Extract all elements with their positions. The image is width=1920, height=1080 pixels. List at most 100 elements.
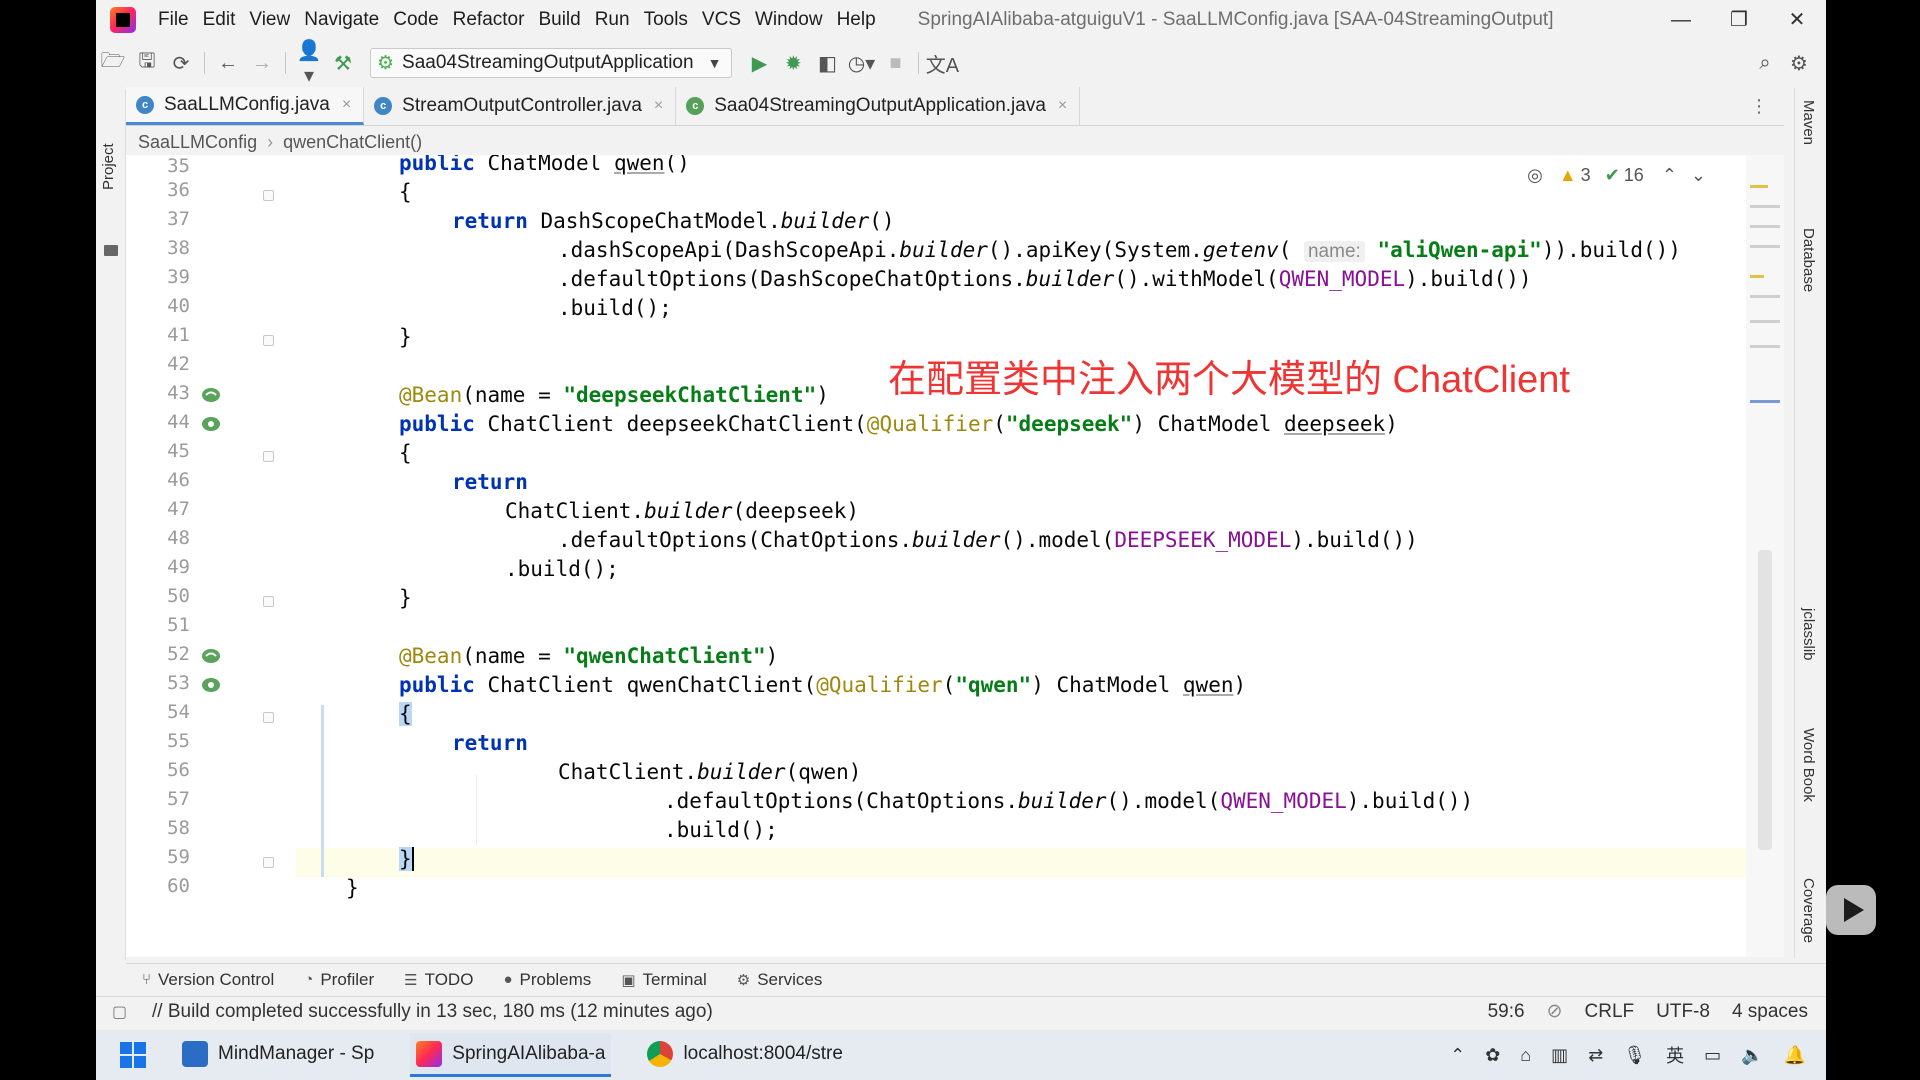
- more-tabs-icon[interactable]: ⋮: [1750, 96, 1768, 117]
- spring-bean-gutter-icon[interactable]: [200, 676, 222, 694]
- fold-marker[interactable]: [263, 712, 274, 723]
- breadcrumb-method[interactable]: qwenChatClient(): [283, 132, 422, 153]
- maven-tool-button[interactable]: Maven: [1800, 100, 1817, 145]
- open-folder-icon[interactable]: 🗁: [96, 46, 130, 80]
- taskbar-app-chrome[interactable]: localhost:8004/stre: [641, 1033, 849, 1077]
- fold-marker[interactable]: [263, 451, 274, 462]
- close-window-button[interactable]: ✕: [1768, 0, 1826, 40]
- tab-saallmconfig[interactable]: c SaaLLMConfig.java ×: [126, 87, 365, 125]
- keyword: public: [399, 673, 475, 697]
- windows-start-icon[interactable]: [120, 1042, 146, 1068]
- fold-marker[interactable]: [263, 335, 274, 346]
- minimap-mark: [1750, 245, 1780, 248]
- inspection-widget[interactable]: ◎ ▲ 3 ✔ 16 ⌃ ⌄: [1527, 165, 1706, 186]
- run-icon[interactable]: ▶: [742, 51, 776, 76]
- terminal-button[interactable]: ▣ Terminal: [621, 970, 706, 990]
- menu-window[interactable]: Window: [755, 9, 823, 31]
- profile-icon[interactable]: ◷▾: [844, 51, 878, 76]
- spring-bean-gutter-icon[interactable]: [200, 415, 222, 433]
- coverage-icon[interactable]: ◧: [810, 51, 844, 76]
- problems-button[interactable]: ● Problems: [503, 970, 591, 990]
- fold-marker[interactable]: [263, 857, 274, 868]
- menu-code[interactable]: Code: [393, 9, 438, 31]
- video-play-button-icon[interactable]: [1826, 885, 1876, 935]
- close-icon[interactable]: ×: [1058, 97, 1067, 115]
- network-icon[interactable]: ⇄: [1588, 1045, 1603, 1066]
- sync-icon[interactable]: ⟳: [164, 51, 198, 76]
- code-line-39: .defaultOptions(DashScopeChatOptions.bui…: [558, 265, 1532, 294]
- tutorial-overlay-caption: 在配置类中注入两个大模型的 ChatClient: [888, 359, 1570, 401]
- spring-bean-gutter-icon[interactable]: [200, 647, 222, 665]
- menu-run[interactable]: Run: [595, 9, 630, 31]
- notification-bell-icon[interactable]: 🔔: [1784, 1045, 1806, 1066]
- translate-icon[interactable]: 文A: [925, 49, 959, 78]
- coverage-tool-button[interactable]: Coverage: [1800, 878, 1817, 943]
- profiler-button[interactable]: ◔ Profiler: [304, 970, 374, 990]
- todo-button[interactable]: ☰ TODO: [404, 970, 473, 990]
- chevron-up-icon[interactable]: ⌃: [1450, 1045, 1465, 1066]
- line-separator[interactable]: CRLF: [1585, 1001, 1635, 1023]
- menu-tools[interactable]: Tools: [644, 9, 688, 31]
- microphone-icon[interactable]: 🎙: [1623, 1045, 1646, 1066]
- build-hammer-icon[interactable]: ⚒: [326, 51, 360, 76]
- services-button[interactable]: ⚙ Services: [737, 970, 823, 990]
- menu-edit[interactable]: Edit: [203, 9, 236, 31]
- editor-minimap-scrollbar[interactable]: [1746, 155, 1784, 957]
- forward-arrow-icon[interactable]: →: [245, 52, 279, 75]
- debug-bug-icon[interactable]: ✹: [776, 51, 810, 76]
- fold-marker[interactable]: [263, 190, 274, 201]
- code-token: ChatClient.: [558, 760, 698, 784]
- taskbar-app-mindmanager[interactable]: MindManager - Sp: [176, 1033, 380, 1077]
- save-icon[interactable]: 🖫: [130, 46, 164, 80]
- code-token: (: [1278, 238, 1304, 262]
- menu-file[interactable]: File: [158, 9, 189, 31]
- readonly-toggle-icon[interactable]: ⊘: [1547, 1000, 1563, 1023]
- close-icon[interactable]: ×: [342, 96, 351, 114]
- layout-toggle-icon[interactable]: ▢: [112, 1002, 127, 1022]
- version-control-button[interactable]: ⑂ Version Control: [142, 970, 274, 990]
- chevron-down-icon[interactable]: ⌄: [1691, 165, 1706, 186]
- code-token: ChatClient.: [505, 499, 645, 523]
- database-tool-button[interactable]: Database: [1800, 228, 1817, 292]
- input-method-indicator[interactable]: 英: [1666, 1042, 1684, 1068]
- usb-icon[interactable]: ⌂: [1520, 1045, 1531, 1066]
- build-status-message[interactable]: // Build completed successfully in 13 se…: [152, 1001, 713, 1023]
- breadcrumb-class[interactable]: SaaLLMConfig: [138, 132, 257, 153]
- display-icon[interactable]: ▭: [1704, 1045, 1721, 1066]
- hide-eye-icon[interactable]: ◎: [1527, 165, 1543, 186]
- tab-saa04streamingoutputapplication[interactable]: c Saa04StreamingOutputApplication.java ×: [676, 87, 1081, 125]
- tray-app-icon[interactable]: ▥: [1551, 1045, 1568, 1066]
- folder-icon[interactable]: [104, 245, 118, 256]
- scrollbar-thumb[interactable]: [1758, 550, 1772, 850]
- close-icon[interactable]: ×: [654, 97, 663, 115]
- menu-navigate[interactable]: Navigate: [304, 9, 379, 31]
- menu-vcs[interactable]: VCS: [702, 9, 741, 31]
- menu-help[interactable]: Help: [837, 9, 876, 31]
- tool-label: Profiler: [320, 969, 375, 989]
- search-icon[interactable]: ⌕: [1748, 52, 1782, 75]
- file-encoding[interactable]: UTF-8: [1656, 1001, 1710, 1023]
- app-tray-icon[interactable]: ✿: [1485, 1045, 1500, 1066]
- spring-bean-gutter-icon[interactable]: [200, 386, 222, 404]
- fold-marker[interactable]: [263, 596, 274, 607]
- user-dropdown-icon[interactable]: 👤▾: [292, 38, 326, 88]
- minimize-button[interactable]: —: [1652, 0, 1710, 40]
- caret-position[interactable]: 59:6: [1488, 1001, 1525, 1023]
- tab-streamoutputcontroller[interactable]: c StreamOutputController.java ×: [364, 87, 677, 125]
- code-editor[interactable]: 35 36 37 38 39 40 41 42 43 44 45 46 47 4…: [126, 155, 1746, 957]
- gear-icon[interactable]: ⚙: [1782, 51, 1816, 76]
- indent-setting[interactable]: 4 spaces: [1732, 1001, 1808, 1023]
- word-book-tool-button[interactable]: Word Book: [1800, 728, 1817, 802]
- maximize-button[interactable]: ❐: [1710, 0, 1768, 40]
- menu-view[interactable]: View: [249, 9, 290, 31]
- menu-refactor[interactable]: Refactor: [453, 9, 525, 31]
- run-configuration-select[interactable]: ⚙ Saa04StreamingOutputApplication ▼: [370, 48, 733, 78]
- taskbar-app-intellij[interactable]: SpringAIAlibaba-a: [410, 1033, 612, 1077]
- stop-icon[interactable]: ■: [878, 52, 912, 75]
- volume-icon[interactable]: 🔈: [1741, 1045, 1763, 1066]
- chevron-up-icon[interactable]: ⌃: [1662, 165, 1677, 186]
- project-tool-button[interactable]: Project: [100, 143, 117, 190]
- back-arrow-icon[interactable]: ←: [211, 52, 245, 75]
- menu-build[interactable]: Build: [538, 9, 580, 31]
- jclasslib-tool-button[interactable]: jclasslib: [1800, 608, 1817, 661]
